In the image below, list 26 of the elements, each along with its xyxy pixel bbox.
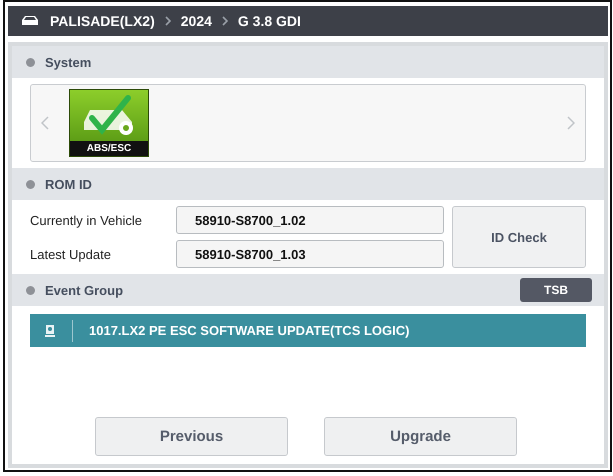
tile-label: ABS/ESC (70, 141, 148, 156)
document-icon (44, 324, 56, 338)
breadcrumb-item[interactable]: G 3.8 GDI (238, 13, 301, 29)
rom-id-field: 58910-S8700_1.02 (176, 206, 444, 234)
section-title: System (45, 54, 92, 70)
system-tile[interactable]: ABS/ESC (69, 89, 149, 157)
bullet-icon (26, 180, 35, 188)
breadcrumb-item[interactable]: 2024 (180, 13, 212, 29)
tsb-button[interactable]: TSB (520, 278, 592, 302)
bullet-icon (26, 286, 35, 294)
chevron-left-icon[interactable] (41, 116, 49, 130)
section-title: Event Group (45, 282, 124, 298)
field-label: Currently in Vehicle (30, 212, 143, 228)
id-check-button[interactable]: ID Check (452, 206, 586, 268)
event-title: 1017.LX2 PE ESC SOFTWARE UPDATE(TCS LOGIC) (89, 323, 410, 338)
section-title: ROM ID (45, 176, 92, 192)
rom-id-field: 58910-S8700_1.03 (176, 240, 444, 268)
chevron-icon (164, 16, 171, 26)
chevron-icon (222, 16, 228, 26)
breadcrumb-item[interactable]: PALISADE(LX2) (50, 13, 155, 29)
event-row[interactable]: 1017.LX2 PE ESC SOFTWARE UPDATE(TCS LOGIC) (30, 314, 586, 347)
field-label: Latest Update (30, 246, 112, 262)
bullet-icon (26, 58, 35, 66)
chevron-right-icon[interactable] (567, 116, 575, 130)
action-button[interactable]: Upgrade (324, 417, 517, 456)
action-button[interactable]: Previous (95, 417, 288, 456)
